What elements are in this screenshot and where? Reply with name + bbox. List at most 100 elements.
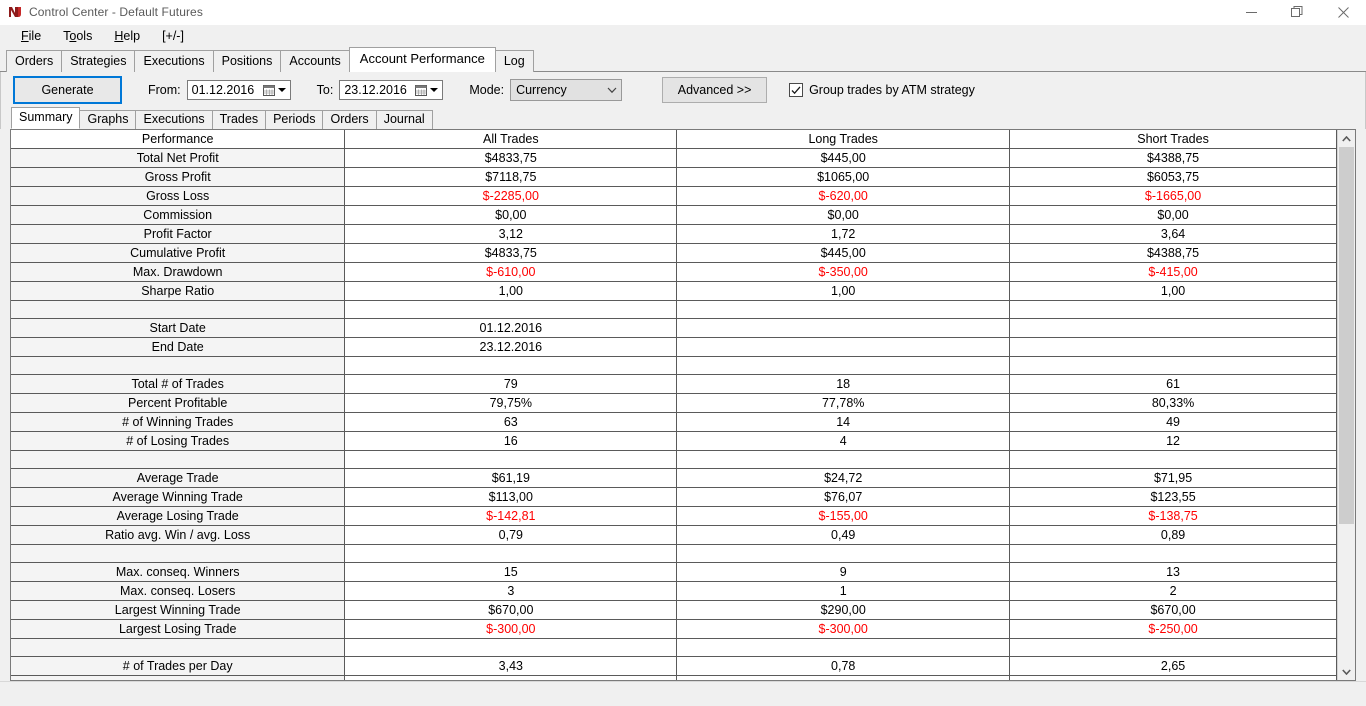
cell-long xyxy=(676,638,1011,657)
cell-short: 12 xyxy=(1009,431,1337,451)
menu-item-help[interactable]: Help xyxy=(103,27,151,45)
tab-orders-inner[interactable]: Orders xyxy=(322,110,377,129)
cell-short: $-415,00 xyxy=(1009,262,1337,282)
scrollbar-thumb[interactable] xyxy=(1339,147,1354,524)
window-controls xyxy=(1228,0,1366,24)
to-date-input[interactable]: 23.12.2016 xyxy=(339,80,444,100)
tab-executions-inner[interactable]: Executions xyxy=(135,110,213,129)
scroll-up-arrow-icon[interactable] xyxy=(1338,130,1355,147)
tab-periods[interactable]: Periods xyxy=(265,110,324,129)
row-label xyxy=(11,450,346,469)
grid-vertical-scrollbar[interactable] xyxy=(1337,130,1355,680)
tab-positions[interactable]: Positions xyxy=(212,50,282,72)
menu-item-tools[interactable]: Tools xyxy=(52,27,103,45)
generate-button[interactable]: Generate xyxy=(13,76,122,104)
cell-short: 61 xyxy=(1009,374,1337,394)
table-row[interactable] xyxy=(11,300,1337,319)
table-row[interactable]: Total Net Profit $4833,75 $445,00 $4388,75 xyxy=(11,148,1337,168)
advanced-button[interactable]: Advanced >> xyxy=(662,77,768,103)
table-row[interactable]: Gross Profit $7118,75 $1065,00 $6053,75 xyxy=(11,167,1337,187)
table-row[interactable]: Gross Loss $-2285,00 $-620,00 $-1665,00 xyxy=(11,186,1337,206)
column-header[interactable]: Long Trades xyxy=(676,130,1011,149)
table-row[interactable]: Total # of Trades 79 18 61 xyxy=(11,374,1337,394)
close-icon[interactable] xyxy=(1320,0,1366,24)
cell-long: 0,49 xyxy=(676,525,1011,545)
cell-all: $-142,81 xyxy=(344,506,678,526)
minimize-icon[interactable] xyxy=(1228,0,1274,24)
table-row[interactable]: Profit Factor 3,12 1,72 3,64 xyxy=(11,224,1337,244)
table-row[interactable]: Cumulative Profit $4833,75 $445,00 $4388,75 xyxy=(11,243,1337,263)
cell-all: $7118,75 xyxy=(344,167,678,187)
cell-short: 2 xyxy=(1009,581,1337,601)
cell-long xyxy=(676,675,1011,680)
cell-long: 0,78 xyxy=(676,656,1011,676)
table-row[interactable]: Max. conseq. Losers 3 1 2 xyxy=(11,581,1337,601)
table-row[interactable]: # of Losing Trades 16 4 12 xyxy=(11,431,1337,451)
table-row[interactable]: Sharpe Ratio 1,00 1,00 1,00 xyxy=(11,281,1337,301)
row-label: Average Losing Trade xyxy=(11,506,346,526)
cell-long xyxy=(676,450,1011,469)
cell-all: 63 xyxy=(344,412,678,432)
menu-item-plusminus[interactable]: [+/-] xyxy=(151,27,195,45)
calendar-icon[interactable] xyxy=(415,84,428,97)
cell-long: $-350,00 xyxy=(676,262,1011,282)
scrollbar-track[interactable] xyxy=(1338,147,1355,663)
row-label: Average Trade xyxy=(11,468,346,488)
table-row[interactable]: Percent Profitable 79,75% 77,78% 80,33% xyxy=(11,393,1337,413)
table-row[interactable]: Ratio avg. Win / avg. Loss 0,79 0,49 0,89 xyxy=(11,525,1337,545)
tab-strategies[interactable]: Strategies xyxy=(61,50,136,72)
table-row[interactable] xyxy=(11,450,1337,469)
table-row[interactable] xyxy=(11,356,1337,375)
table-row[interactable]: # of Winning Trades 63 14 49 xyxy=(11,412,1337,432)
column-header[interactable]: Performance xyxy=(11,130,346,149)
tab-log[interactable]: Log xyxy=(494,50,534,72)
restore-icon[interactable] xyxy=(1274,0,1320,24)
report-tabstrip: Summary Graphs Executions Trades Periods… xyxy=(0,107,1366,129)
table-row[interactable]: Max. conseq. Winners 15 9 13 xyxy=(11,562,1337,582)
table-row[interactable]: Commission $0,00 $0,00 $0,00 xyxy=(11,205,1337,225)
group-trades-checkbox-row[interactable]: Group trades by ATM strategy xyxy=(789,83,975,97)
cell-short: $71,95 xyxy=(1009,468,1337,488)
cell-all: 3 xyxy=(344,581,678,601)
calendar-icon[interactable] xyxy=(262,84,276,97)
table-row[interactable] xyxy=(11,638,1337,657)
table-row[interactable]: Average Winning Trade $113,00 $76,07 $123,5… xyxy=(11,487,1337,507)
tab-accounts[interactable]: Accounts xyxy=(280,50,350,72)
menu-item-file[interactable]: File xyxy=(10,27,52,45)
table-row[interactable]: Average Trade $61,19 $24,72 $71,95 xyxy=(11,468,1337,488)
group-trades-checkbox[interactable] xyxy=(789,83,804,97)
to-date-dropdown-arrow-icon[interactable] xyxy=(430,88,439,92)
tab-summary[interactable]: Summary xyxy=(11,107,81,129)
table-row[interactable] xyxy=(11,544,1337,563)
row-label: Profit Factor xyxy=(11,224,346,244)
table-row[interactable]: Average Losing Trade $-142,81 $-155,00 $-13… xyxy=(11,506,1337,526)
table-row[interactable]: Max. Drawdown $-610,00 $-350,00 $-415,00 xyxy=(11,262,1337,282)
tab-journal[interactable]: Journal xyxy=(375,110,433,129)
row-label: Commission xyxy=(11,205,346,225)
table-row[interactable]: Largest Winning Trade $670,00 $290,00 $670,… xyxy=(11,600,1337,620)
table-row[interactable]: # of Trades per Day 3,43 0,78 2,65 xyxy=(11,656,1337,676)
table-row[interactable]: End Date 23.12.2016 xyxy=(11,337,1337,357)
tab-orders[interactable]: Orders xyxy=(6,50,63,72)
chevron-down-icon xyxy=(603,87,621,94)
cell-short: $-250,00 xyxy=(1009,619,1337,639)
tab-trades[interactable]: Trades xyxy=(211,110,267,129)
tab-graphs[interactable]: Graphs xyxy=(79,110,137,129)
from-date-dropdown-arrow-icon[interactable] xyxy=(277,88,286,92)
cell-long: $445,00 xyxy=(676,148,1011,168)
tab-executions[interactable]: Executions xyxy=(134,50,214,72)
row-label: # of Trades per Day xyxy=(11,656,346,676)
table-row[interactable]: Largest Losing Trade $-300,00 $-300,00 $-25… xyxy=(11,619,1337,639)
cell-all: 1,00 xyxy=(344,281,678,301)
mode-select[interactable]: Currency xyxy=(510,79,623,101)
cell-short xyxy=(1009,544,1337,563)
column-header[interactable]: Short Trades xyxy=(1009,130,1337,149)
from-date-input[interactable]: 01.12.2016 xyxy=(186,80,291,100)
tab-account-performance[interactable]: Account Performance xyxy=(348,47,496,72)
cell-long: $76,07 xyxy=(676,487,1011,507)
scroll-down-arrow-icon[interactable] xyxy=(1338,663,1355,680)
table-row[interactable]: Start Date 01.12.2016 xyxy=(11,318,1337,338)
window-title: Control Center - Default Futures xyxy=(29,5,203,19)
table-row[interactable] xyxy=(11,675,1337,680)
column-header[interactable]: All Trades xyxy=(344,130,678,149)
